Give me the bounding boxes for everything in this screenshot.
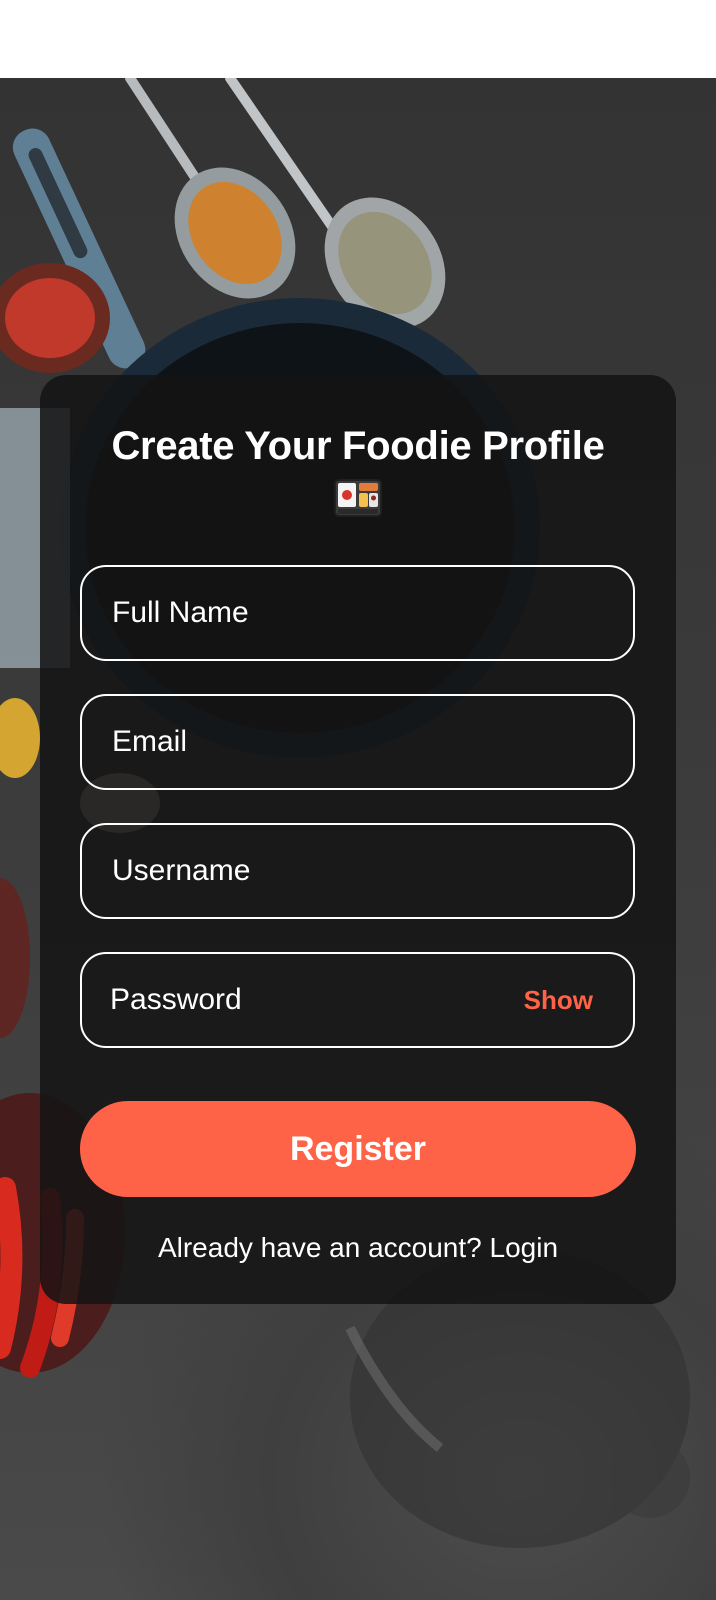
password-input[interactable] <box>110 954 530 1046</box>
full-name-input[interactable] <box>112 567 532 659</box>
login-prompt: Already have an account? Login <box>0 1228 716 1268</box>
full-name-field[interactable] <box>80 565 635 661</box>
email-field[interactable] <box>80 694 635 790</box>
register-button[interactable]: Register <box>80 1101 636 1197</box>
status-bar <box>0 0 716 78</box>
show-password-toggle[interactable]: Show <box>524 954 593 1046</box>
bento-box-icon <box>334 479 382 517</box>
page-title: Create Your Foodie Profile <box>111 424 605 468</box>
username-field[interactable] <box>80 823 635 919</box>
password-field[interactable]: Show <box>80 952 635 1048</box>
username-input[interactable] <box>112 825 532 917</box>
login-prompt-text: Already have an account? <box>157 1232 482 1263</box>
login-link[interactable]: Login <box>490 1232 559 1263</box>
email-input[interactable] <box>112 696 532 788</box>
